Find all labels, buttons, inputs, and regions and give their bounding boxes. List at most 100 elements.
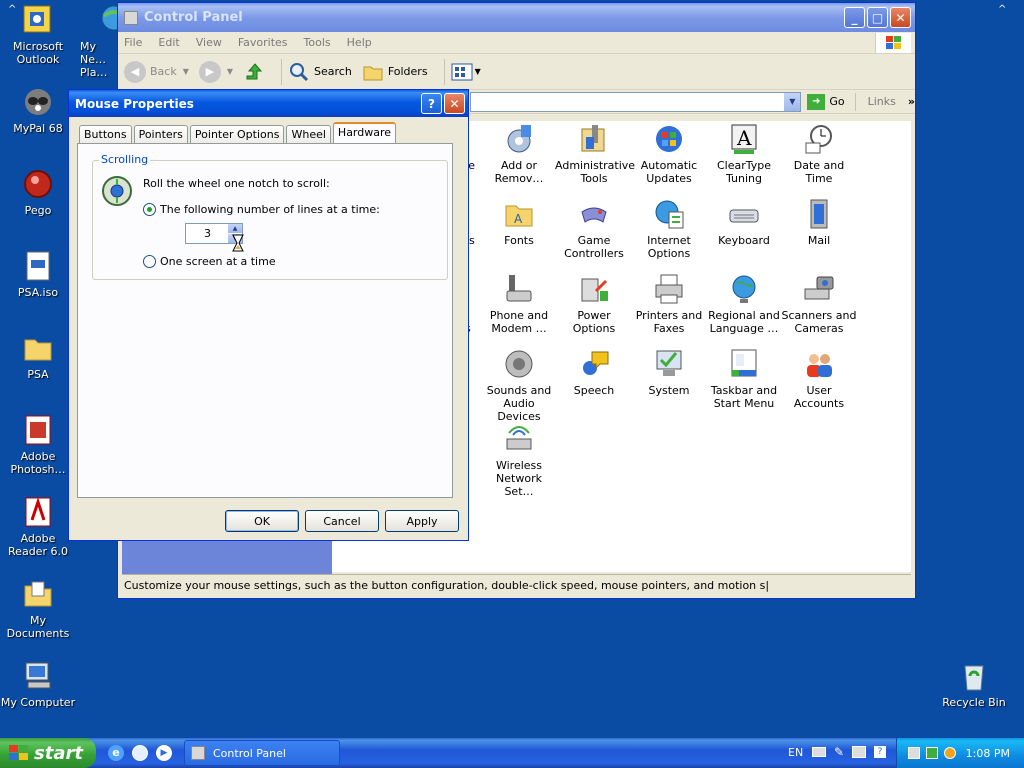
desktop-icon-psa-folder[interactable]: PSA — [0, 332, 76, 381]
screen-radio[interactable] — [143, 255, 156, 268]
back-button[interactable]: ◀ Back ▼ — [124, 60, 189, 83]
lines-value[interactable]: 3 — [204, 227, 211, 240]
toolbar-separator — [281, 58, 283, 85]
language-indicator[interactable]: EN — [788, 746, 803, 759]
outlook-icon — [22, 4, 54, 36]
address-input[interactable]: ▼ — [470, 91, 802, 112]
cp-item-printers-faxes[interactable]: Printers and Faxes — [630, 273, 708, 335]
screen-radio-option[interactable]: One screen at a time — [143, 255, 276, 268]
search-label: Search — [314, 65, 352, 78]
tray-security-icon[interactable] — [925, 747, 938, 759]
cp-item-mail[interactable]: Mail — [780, 198, 858, 247]
views-button[interactable]: ▼ — [451, 62, 481, 82]
tray-keyboard-icon[interactable] — [812, 747, 826, 757]
cp-item-label: Date and Time — [793, 159, 845, 185]
cp-item-label: Game Controllers — [564, 234, 624, 260]
tab-pointer-options[interactable]: Pointer Options — [189, 125, 285, 144]
desktop-icon-my-documents[interactable]: My Documents — [0, 578, 76, 640]
cp-item-administrative-tools[interactable]: Administrative Tools — [555, 123, 635, 185]
tray-search-icon[interactable] — [943, 747, 956, 759]
minimize-button[interactable]: _ — [844, 7, 865, 28]
cp-item-sounds-audio[interactable]: Sounds and Audio Devices — [480, 348, 558, 423]
go-label: Go — [829, 95, 845, 108]
desktop-icon-recycle-bin[interactable]: Recycle Bin — [936, 660, 1012, 709]
cp-item-power-options[interactable]: Power Options — [555, 273, 633, 335]
desktop-icon-my-computer[interactable]: My Computer — [0, 660, 76, 709]
cp-item-fonts[interactable]: A Fonts — [480, 198, 558, 247]
desktop-icon-mypal[interactable]: MyPal 68 — [0, 86, 76, 135]
dialog-titlebar[interactable]: Mouse Properties ? ✕ — [69, 90, 468, 117]
mouse-properties-dialog[interactable]: Mouse Properties ? ✕ Buttons Pointers Po… — [68, 89, 469, 541]
up-folder-button[interactable] — [243, 61, 265, 83]
cp-item-speech[interactable]: Speech — [555, 348, 633, 397]
cp-item-wireless-network[interactable]: Wireless Network Set… — [480, 423, 558, 498]
lines-radio[interactable] — [143, 203, 156, 216]
cp-item-system[interactable]: System — [630, 348, 708, 397]
media-player-icon[interactable]: ▶ — [156, 745, 172, 761]
maximize-button[interactable]: □ — [867, 7, 888, 28]
tab-buttons[interactable]: Buttons — [79, 125, 132, 144]
folders-button[interactable]: Folders — [362, 61, 428, 83]
desktop-icon-photoshop[interactable]: Adobe Photosh… — [0, 414, 76, 476]
cp-item-phone-modem[interactable]: Phone and Modem … — [480, 273, 558, 335]
cp-item-date-time[interactable]: Date and Time — [780, 123, 858, 185]
tab-wheel[interactable]: Wheel — [286, 125, 331, 144]
desktop-icon-adobe-reader[interactable]: Adobe Reader 6.0 — [0, 496, 76, 558]
lines-radio-option[interactable]: The following number of lines at a time: — [143, 203, 380, 216]
spin-up-icon[interactable]: ▲ — [228, 224, 242, 233]
cp-item-label: Fonts — [504, 234, 534, 247]
desktop-icon-label: Pego — [24, 204, 52, 217]
links-chevron-icon[interactable]: » — [908, 95, 915, 108]
forward-button[interactable]: ▶ ▼ — [198, 60, 233, 83]
quick-launch-icon[interactable] — [132, 745, 148, 761]
cp-item-user-accounts[interactable]: User Accounts — [780, 348, 858, 410]
taskbar-control-panel[interactable]: Control Panel — [184, 740, 340, 766]
menu-favorites[interactable]: Favorites — [238, 36, 288, 49]
desktop-icon-label: My Documents — [6, 614, 70, 640]
cp-item-keyboard[interactable]: Keyboard — [705, 198, 783, 247]
menu-file[interactable]: File — [124, 36, 142, 49]
cp-item-cleartype-tuning[interactable]: A ClearType Tuning — [705, 123, 783, 185]
tab-hardware[interactable]: Hardware — [332, 122, 397, 144]
ok-button[interactable]: OK — [225, 510, 299, 532]
apply-button[interactable]: Apply — [385, 510, 459, 532]
desktop-icon-psa-iso[interactable]: PSA.iso — [0, 250, 76, 299]
tray-hardware-icon[interactable] — [852, 746, 866, 758]
close-button[interactable]: ✕ — [890, 7, 911, 28]
menu-edit[interactable]: Edit — [158, 36, 179, 49]
cp-item-automatic-updates[interactable]: Automatic Updates — [630, 123, 708, 185]
cp-item-game-controllers[interactable]: Game Controllers — [555, 198, 633, 260]
cp-item-scanners-cameras[interactable]: Scanners and Cameras — [780, 273, 858, 335]
screen-radio-label: One screen at a time — [160, 255, 276, 268]
cp-item-internet-options[interactable]: Internet Options — [630, 198, 708, 260]
cp-item-label: Sounds and Audio Devices — [486, 384, 552, 423]
start-button[interactable]: start — [0, 738, 96, 768]
cancel-button[interactable]: Cancel — [305, 510, 379, 532]
cp-item-taskbar-start-menu[interactable]: Taskbar and Start Menu — [705, 348, 783, 410]
menu-help[interactable]: Help — [347, 36, 372, 49]
cp-item-add-remove[interactable]: Add or Remov… — [480, 123, 558, 185]
lines-radio-label: The following number of lines at a time: — [160, 203, 380, 216]
cleartype-icon: A — [728, 123, 760, 155]
menu-tools[interactable]: Tools — [304, 36, 331, 49]
help-button[interactable]: ? — [421, 93, 442, 114]
tray-pen-icon[interactable]: ✎ — [834, 745, 844, 759]
cp-item-regional-language[interactable]: Regional and Language … — [705, 273, 783, 335]
desktop-icon-pego[interactable]: Pego — [0, 168, 76, 217]
control-panel-titlebar[interactable]: Control Panel _ □ ✕ — [118, 3, 915, 32]
go-button[interactable]: ➜ Go — [807, 93, 845, 110]
my-documents-icon — [22, 578, 54, 610]
internet-explorer-icon[interactable]: e — [108, 745, 124, 761]
desktop-icon-outlook[interactable]: Microsoft Outlook — [0, 4, 76, 66]
clock[interactable]: 1:08 PM — [966, 747, 1010, 760]
address-dropdown-icon[interactable]: ▼ — [784, 92, 801, 111]
tray-help-icon[interactable]: ? — [874, 746, 886, 758]
tab-pointers[interactable]: Pointers — [133, 125, 188, 144]
tray-network-icon[interactable] — [907, 747, 920, 759]
links-label[interactable]: Links — [868, 95, 896, 108]
status-text: Customize your mouse settings, such as t… — [124, 579, 770, 592]
cp-item-label: Regional and Language … — [708, 309, 780, 335]
search-button[interactable]: Search — [288, 61, 352, 83]
dialog-close-button[interactable]: ✕ — [444, 93, 465, 114]
menu-view[interactable]: View — [196, 36, 222, 49]
